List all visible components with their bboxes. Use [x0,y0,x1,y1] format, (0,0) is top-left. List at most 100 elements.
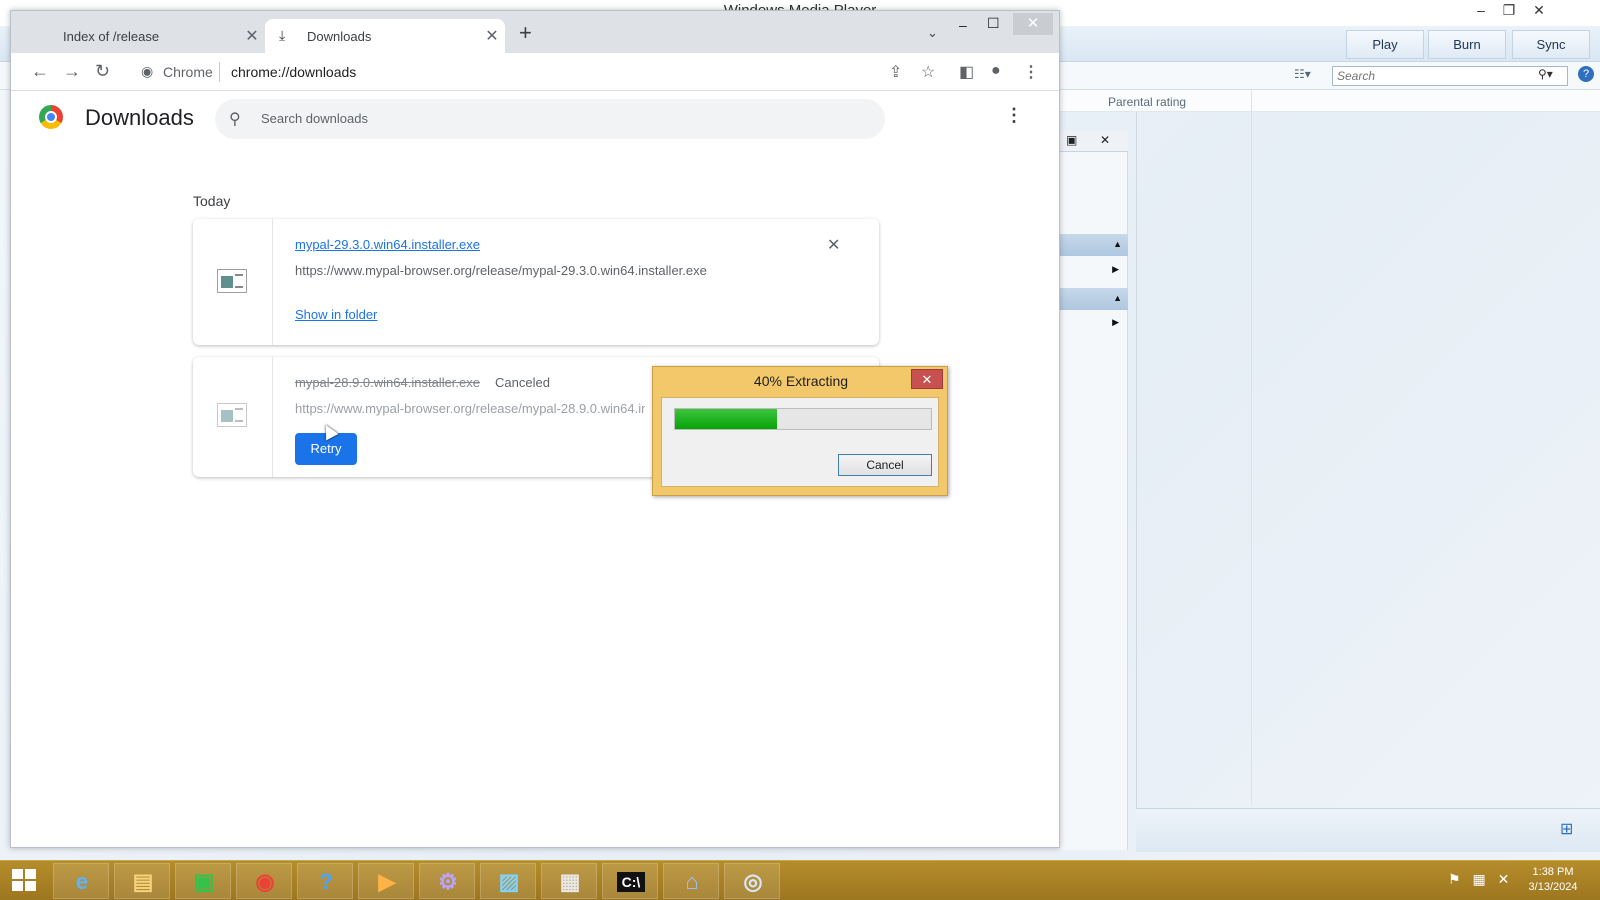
windows-logo-icon [25,869,36,879]
volume-muted-icon[interactable]: ✕ [1498,871,1510,887]
flag-icon[interactable]: ⚑ [1448,871,1461,887]
extracting-dialog: 40% Extracting ✕ Cancel [652,366,948,496]
system-tray: ⚑ ▦ ✕ [1448,871,1509,888]
address-bar[interactable]: ◉ Chrome chrome://downloads [135,57,895,87]
task-manager-icon[interactable]: ▦ [541,863,597,899]
expand-arrow-icon[interactable]: ▶ [1112,264,1119,275]
tab-search-icon[interactable]: ⌄ [927,25,938,41]
chrome-logo-icon [39,105,63,129]
download-source-url[interactable]: https://www.mypal-browser.org/release/my… [295,263,707,278]
view-options-icon[interactable]: ☷▾ [1294,67,1311,81]
show-in-folder-link[interactable]: Show in folder [295,307,377,322]
cancel-button[interactable]: Cancel [838,454,932,476]
tab-close-icon[interactable]: ✕ [483,26,501,46]
more-actions-icon[interactable]: ⋮ [1005,105,1023,126]
menu-icon[interactable]: ⋮ [1023,62,1039,82]
network-icon[interactable]: ⌂ [663,863,719,899]
clock-time: 1:38 PM [1532,866,1574,878]
dialog-title: 40% Extracting [753,373,849,389]
help-icon[interactable]: ? [1578,66,1594,82]
close-icon[interactable]: ✕ [1524,0,1554,22]
panel-titlebar: ▣ ✕ [1060,130,1128,152]
panel-divider [1136,112,1137,852]
collapse-arrow-icon[interactable]: ▲ [1113,239,1122,249]
search-icon: ⚲ [229,111,241,128]
sync-tab[interactable]: Sync [1512,30,1590,59]
panel-section-1[interactable]: ▲ [1060,234,1128,256]
network-status-icon[interactable]: ▦ [1472,871,1485,887]
toolbar: ← → ↻ ◉ Chrome chrome://downloads ⇪ ☆ ◧ … [11,53,1059,91]
reload-icon[interactable]: ↻ [95,61,110,82]
media-player-search-input[interactable]: Search [1332,66,1568,86]
tab-close-icon[interactable]: ✕ [243,26,261,46]
file-type-icon [217,269,247,293]
download-item: mypal-29.3.0.win64.installer.exe https:/… [193,219,879,345]
download-icon: ⤓ [279,27,286,43]
share-icon[interactable]: ⇪ [889,62,902,82]
profile-icon[interactable]: ● [991,62,1001,80]
new-tab-button[interactable]: + [519,22,532,44]
chrome-site-icon[interactable]: ◉ [141,63,153,80]
close-icon[interactable]: ✕ [1013,13,1053,35]
internet-explorer-icon[interactable]: e [53,863,109,899]
tab-index-of-release[interactable]: Index of /release ✕ [25,19,265,53]
tab-downloads[interactable]: ⤓ Downloads ✕ [265,19,505,53]
download-filename-link[interactable]: mypal-29.3.0.win64.installer.exe [295,237,480,252]
progress-bar [674,408,932,430]
separator [219,62,220,82]
media-player-bottom-bar: ⊞ [1136,808,1600,852]
search-downloads-input[interactable]: ⚲ Search downloads [215,99,885,139]
clock-date: 3/13/2024 [1528,881,1578,893]
progress-fill [675,409,778,429]
settings-icon[interactable]: ⚙ [419,863,475,899]
store-icon[interactable]: ▣ [175,863,231,899]
burn-tab[interactable]: Burn [1428,30,1506,59]
dialog-body: Cancel [661,397,939,487]
column-divider [1251,90,1252,805]
close-icon[interactable]: ✕ [911,369,943,389]
download-status: Canceled [495,375,550,390]
tab-label: Downloads [307,29,372,44]
site-label: Chrome [163,64,213,80]
maximize-icon[interactable]: ▣ [1066,133,1077,147]
file-type-icon [217,403,247,427]
search-icon[interactable]: ⚲▾ [1538,67,1553,81]
back-icon[interactable]: ← [31,61,49,82]
play-tab[interactable]: Play [1346,30,1424,59]
media-player-icon[interactable]: ▶ [358,863,414,899]
minimize-icon[interactable]: – [959,17,967,33]
media-player-side-panel: ▣ ✕ ▲ ▶ ▲ ▶ [1060,130,1128,850]
page-title: Downloads [85,105,194,130]
search-placeholder: Search downloads [261,111,368,126]
collapse-arrow-icon[interactable]: ▲ [1113,293,1122,303]
close-icon[interactable]: ✕ [1100,133,1110,147]
section-label-today: Today [193,193,231,209]
minimize-icon[interactable]: – [1466,0,1496,22]
clock[interactable]: 1:38 PM 3/13/2024 [1518,865,1588,895]
taskbar: e ▤ ▣ ◉ ? ▶ ⚙ ▨ ▦ C:\ ⌂ ◎ ⚑ ▦ ✕ 1:38 PM … [0,860,1600,900]
file-icon-column [193,219,273,345]
remove-item-icon[interactable]: ✕ [827,235,840,255]
disc-icon[interactable]: ◎ [724,863,780,899]
photo-icon[interactable]: ▨ [480,863,536,899]
start-button[interactable] [12,869,38,893]
download-source-url[interactable]: https://www.mypal-browser.org/release/my… [295,401,645,416]
file-explorer-icon[interactable]: ▤ [114,863,170,899]
url-text[interactable]: chrome://downloads [231,64,356,80]
switch-view-icon[interactable]: ⊞ [1560,819,1573,839]
column-header-parental-rating[interactable]: Parental rating [1108,95,1186,109]
command-prompt-icon[interactable]: C:\ [602,863,658,899]
windows-logo-icon [12,881,23,891]
restore-icon[interactable]: ❐ [1494,0,1524,22]
panel-section-2[interactable]: ▲ [1060,288,1128,310]
column-header-row: Parental rating [1060,90,1600,112]
expand-arrow-icon[interactable]: ▶ [1112,317,1119,328]
bookmark-star-icon[interactable]: ☆ [921,62,935,82]
maximize-icon[interactable]: ☐ [987,15,1000,32]
side-panel-icon[interactable]: ◧ [959,62,974,82]
chrome-icon[interactable]: ◉ [236,863,292,899]
windows-logo-icon [12,869,23,879]
download-filename: mypal-28.9.0.win64.installer.exe [295,375,480,390]
forward-icon[interactable]: → [63,61,81,82]
help-icon[interactable]: ? [297,863,353,899]
